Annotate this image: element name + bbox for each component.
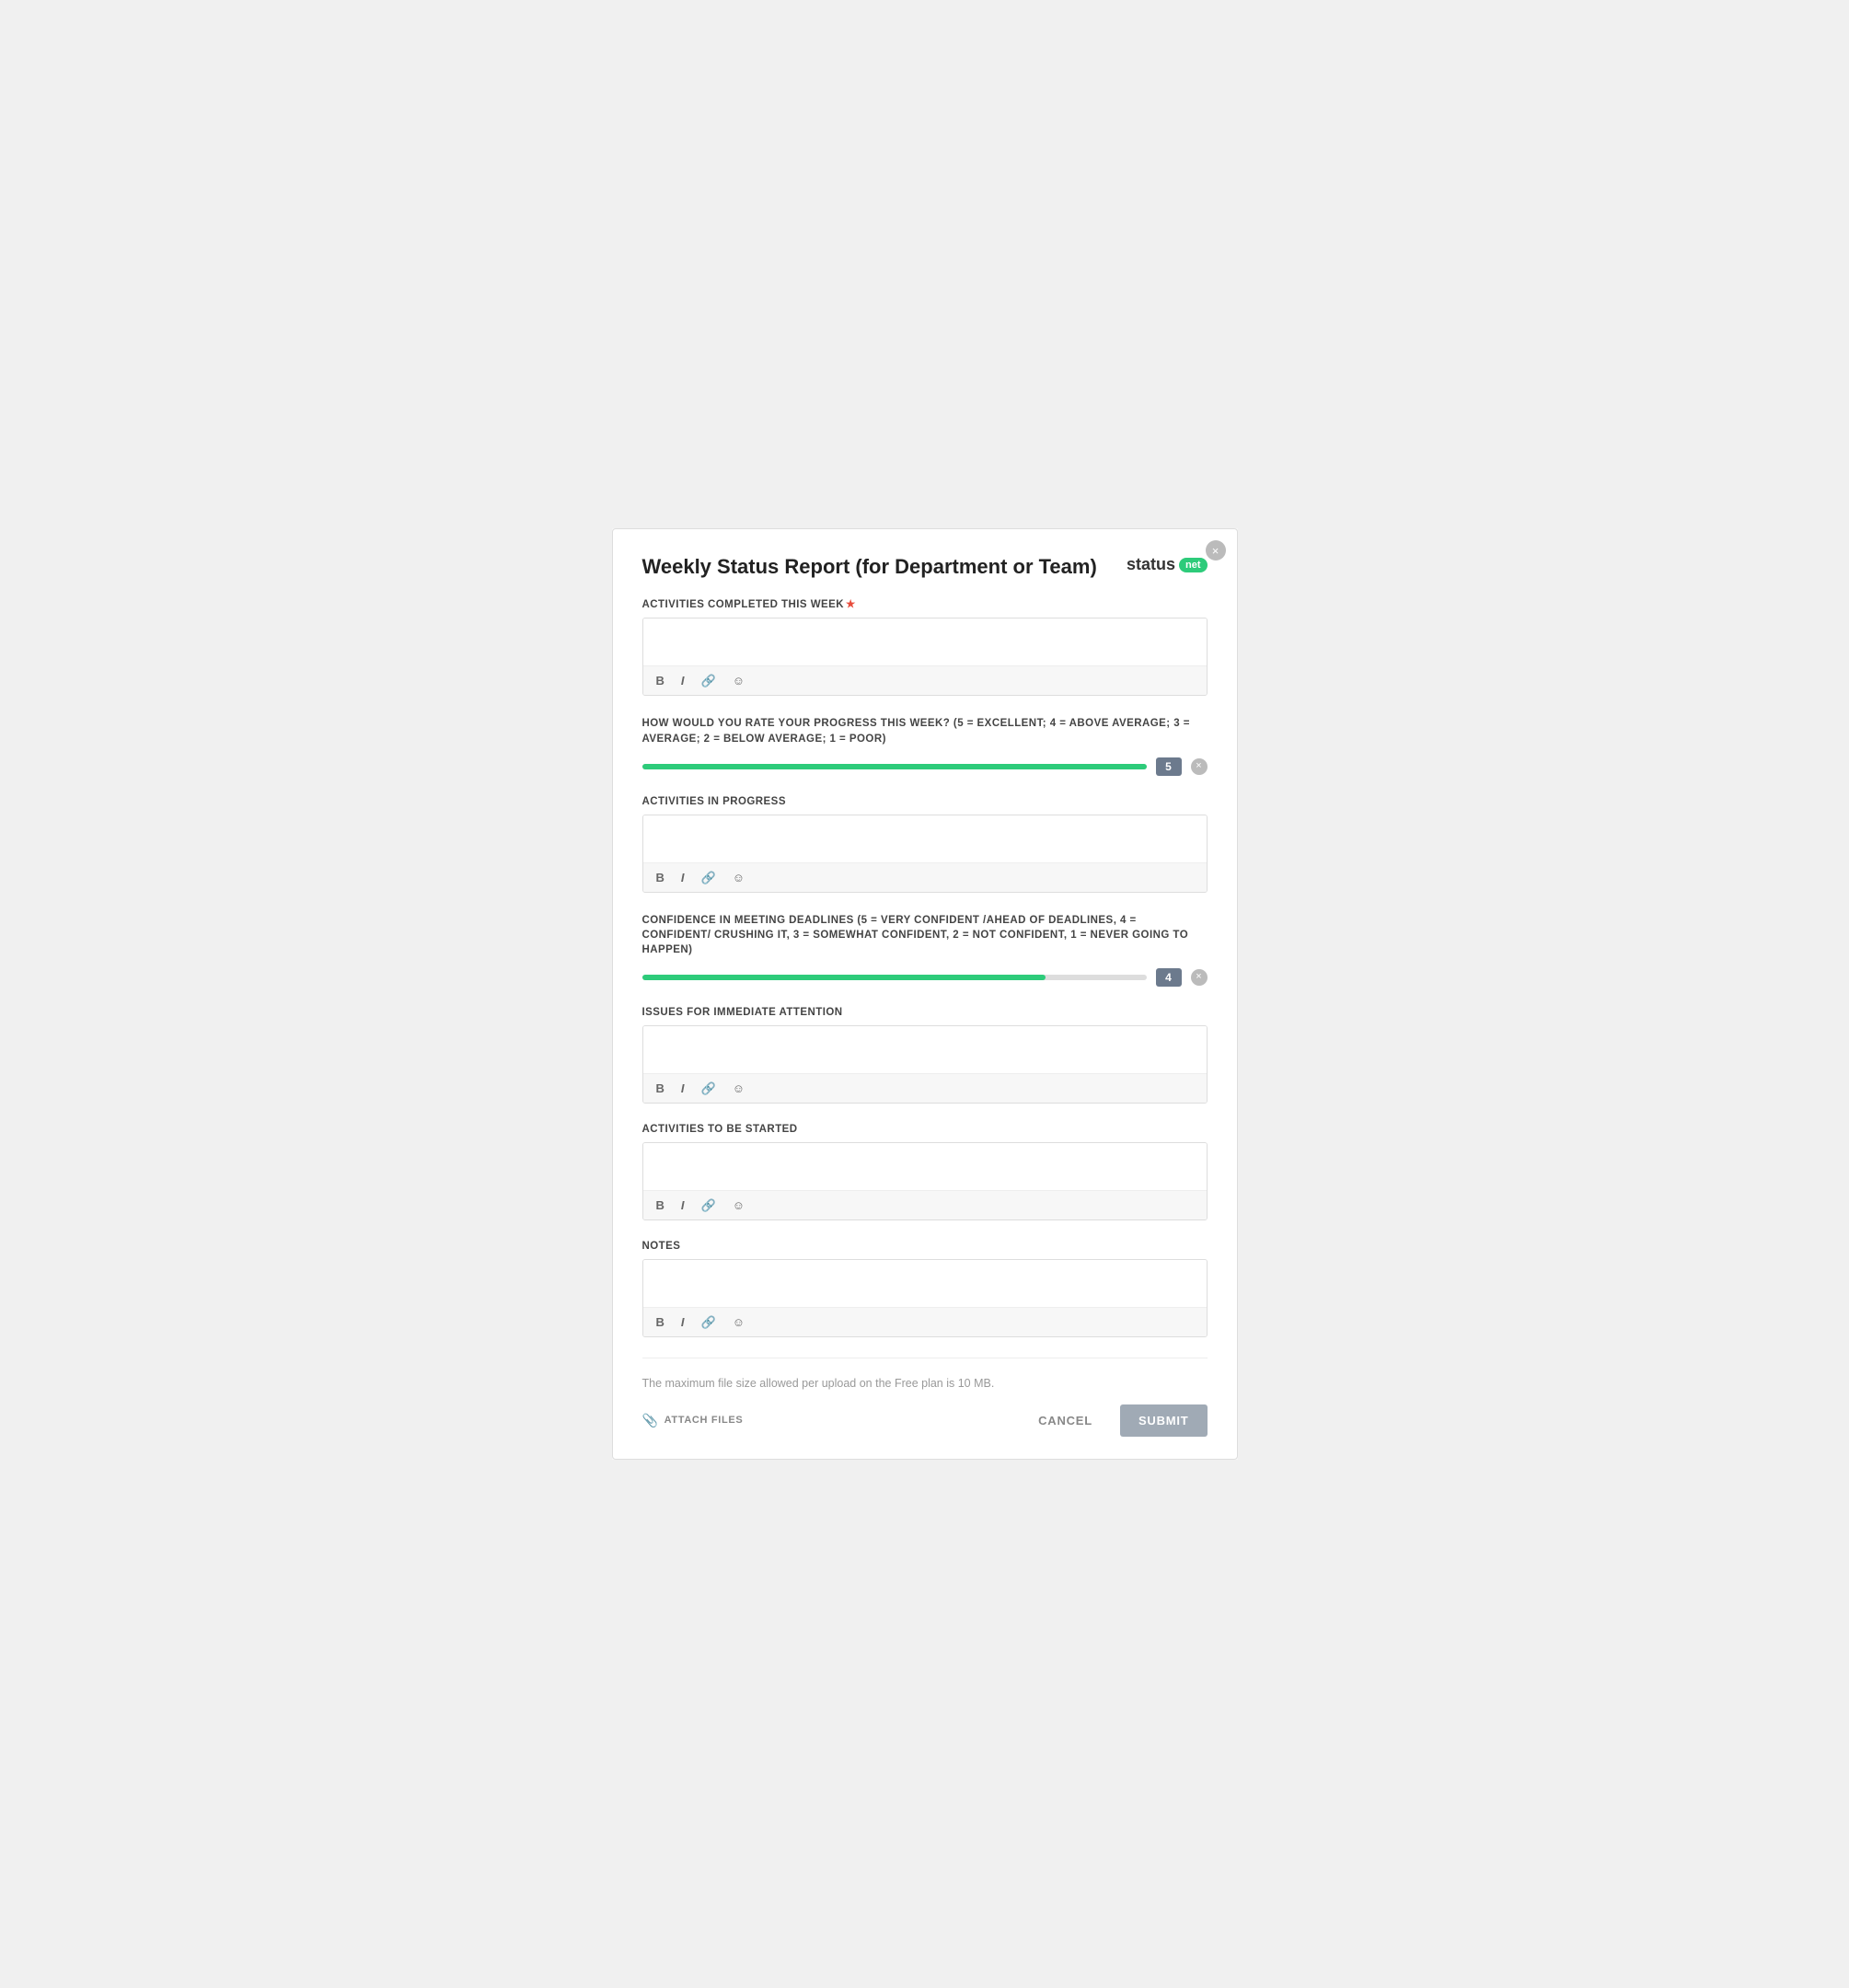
footer-actions: CANCEL SUBMIT	[1025, 1404, 1207, 1437]
cancel-button[interactable]: CANCEL	[1025, 1404, 1105, 1437]
emoji-icon-5: ☺	[733, 1315, 745, 1329]
progress-rating-value: 5	[1156, 757, 1182, 776]
activities-completed-toolbar: B I 🔗 ☺	[643, 666, 1207, 695]
confidence-section: CONFIDENCE IN MEETING DEADLINES (5 = VER…	[642, 913, 1208, 987]
activities-in-progress-toolbar: B I 🔗 ☺	[643, 863, 1207, 892]
notes-label: NOTES	[642, 1241, 1208, 1252]
emoji-icon-1: ☺	[733, 674, 745, 688]
link-button-1[interactable]: 🔗	[698, 673, 720, 688]
activities-in-progress-label: ACTIVITIES IN PROGRESS	[642, 796, 1208, 807]
activities-to-start-input[interactable]	[643, 1143, 1207, 1191]
activities-in-progress-input[interactable]	[643, 815, 1207, 863]
progress-rating-track[interactable]	[642, 764, 1147, 769]
activities-to-start-label: ACTIVITIES TO BE STARTED	[642, 1124, 1208, 1135]
required-indicator: ★	[846, 599, 856, 610]
activities-to-start-editor[interactable]: B I 🔗 ☺	[642, 1142, 1208, 1220]
confidence-track[interactable]	[642, 975, 1147, 980]
issues-toolbar: B I 🔗 ☺	[643, 1074, 1207, 1103]
brand-badge: net	[1179, 558, 1208, 572]
activities-in-progress-section: ACTIVITIES IN PROGRESS B I 🔗 ☺	[642, 796, 1208, 893]
confidence-slider-row: 4 ×	[642, 968, 1208, 987]
notes-input[interactable]	[643, 1260, 1207, 1308]
emoji-button-1[interactable]: ☺	[729, 673, 748, 688]
issues-section: ISSUES FOR IMMEDIATE ATTENTION B I 🔗 ☺	[642, 1007, 1208, 1104]
modal-overlay: × Weekly Status Report (for Department o…	[612, 528, 1238, 1460]
link-button-2[interactable]: 🔗	[698, 870, 720, 885]
bold-button-1[interactable]: B	[653, 673, 668, 688]
link-button-4[interactable]: 🔗	[698, 1197, 720, 1213]
paperclip-icon: 📎	[642, 1413, 659, 1428]
link-icon-1: 🔗	[701, 674, 716, 688]
bold-button-3[interactable]: B	[653, 1081, 668, 1096]
confidence-value: 4	[1156, 968, 1182, 987]
emoji-button-2[interactable]: ☺	[729, 870, 748, 885]
italic-button-3[interactable]: I	[677, 1081, 688, 1096]
italic-button-5[interactable]: I	[677, 1314, 688, 1330]
activities-to-start-section: ACTIVITIES TO BE STARTED B I 🔗 ☺	[642, 1124, 1208, 1220]
upload-note: The maximum file size allowed per upload…	[642, 1377, 1208, 1390]
progress-rating-fill	[642, 764, 1147, 769]
emoji-button-5[interactable]: ☺	[729, 1314, 748, 1330]
bold-button-2[interactable]: B	[653, 870, 668, 885]
italic-button-4[interactable]: I	[677, 1197, 688, 1213]
emoji-icon-2: ☺	[733, 871, 745, 884]
link-button-5[interactable]: 🔗	[698, 1314, 720, 1330]
link-icon-4: 🔗	[701, 1198, 716, 1212]
close-button[interactable]: ×	[1206, 540, 1226, 561]
progress-rating-label: HOW WOULD YOU RATE YOUR PROGRESS THIS WE…	[642, 716, 1208, 746]
modal: × Weekly Status Report (for Department o…	[612, 528, 1238, 1460]
confidence-clear[interactable]: ×	[1191, 969, 1208, 986]
attach-label: ATTACH FILES	[664, 1415, 744, 1426]
activities-completed-editor[interactable]: B I 🔗 ☺	[642, 618, 1208, 696]
activities-in-progress-editor[interactable]: B I 🔗 ☺	[642, 815, 1208, 893]
emoji-icon-3: ☺	[733, 1081, 745, 1095]
italic-button-2[interactable]: I	[677, 870, 688, 885]
emoji-button-3[interactable]: ☺	[729, 1081, 748, 1096]
attach-files-button[interactable]: 📎 ATTACH FILES	[642, 1413, 744, 1428]
link-icon-3: 🔗	[701, 1081, 716, 1095]
activities-completed-section: ACTIVITIES COMPLETED THIS WEEK★ B I 🔗 ☺	[642, 597, 1208, 696]
bold-button-4[interactable]: B	[653, 1197, 668, 1213]
brand-name: status	[1127, 555, 1175, 574]
emoji-icon-4: ☺	[733, 1198, 745, 1212]
link-button-3[interactable]: 🔗	[698, 1081, 720, 1096]
activities-completed-label: ACTIVITIES COMPLETED THIS WEEK★	[642, 597, 1208, 610]
activities-to-start-toolbar: B I 🔗 ☺	[643, 1191, 1207, 1219]
activities-completed-input[interactable]	[643, 618, 1207, 666]
issues-editor[interactable]: B I 🔗 ☺	[642, 1025, 1208, 1104]
submit-button[interactable]: SUBMIT	[1120, 1404, 1208, 1437]
modal-title: Weekly Status Report (for Department or …	[642, 555, 1097, 579]
modal-footer: 📎 ATTACH FILES CANCEL SUBMIT	[642, 1404, 1208, 1437]
issues-label: ISSUES FOR IMMEDIATE ATTENTION	[642, 1007, 1208, 1018]
notes-section: NOTES B I 🔗 ☺	[642, 1241, 1208, 1337]
notes-toolbar: B I 🔗 ☺	[643, 1308, 1207, 1336]
brand-logo: status net	[1127, 555, 1208, 574]
confidence-fill	[642, 975, 1046, 980]
link-icon-2: 🔗	[701, 871, 716, 884]
modal-header: Weekly Status Report (for Department or …	[642, 555, 1208, 579]
italic-button-1[interactable]: I	[677, 673, 688, 688]
progress-rating-clear[interactable]: ×	[1191, 758, 1208, 775]
issues-input[interactable]	[643, 1026, 1207, 1074]
bold-button-5[interactable]: B	[653, 1314, 668, 1330]
progress-rating-section: HOW WOULD YOU RATE YOUR PROGRESS THIS WE…	[642, 716, 1208, 775]
link-icon-5: 🔗	[701, 1315, 716, 1329]
confidence-label: CONFIDENCE IN MEETING DEADLINES (5 = VER…	[642, 913, 1208, 957]
emoji-button-4[interactable]: ☺	[729, 1197, 748, 1213]
progress-rating-slider-row: 5 ×	[642, 757, 1208, 776]
notes-editor[interactable]: B I 🔗 ☺	[642, 1259, 1208, 1337]
